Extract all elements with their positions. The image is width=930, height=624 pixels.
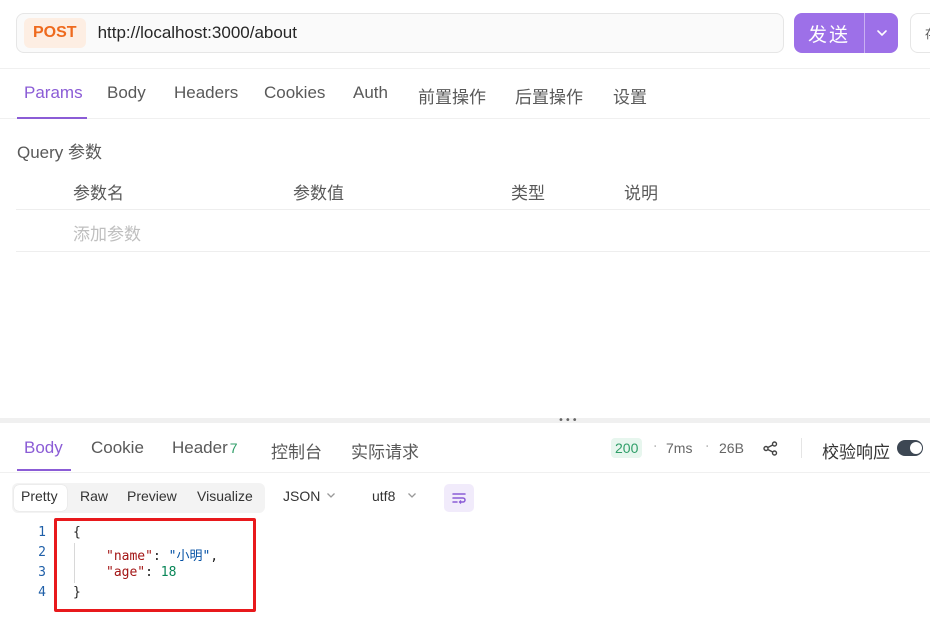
line-number: 2: [38, 545, 46, 560]
line-number: 1: [38, 525, 46, 540]
request-tabs: Params Body Headers Cookies Auth 前置操作 后置…: [0, 68, 930, 119]
meta-separator: ·: [705, 439, 710, 455]
tab-headers[interactable]: Headers: [174, 83, 238, 103]
table-divider: [16, 209, 930, 210]
word-wrap-button[interactable]: [444, 484, 474, 512]
chevron-down-icon: [876, 30, 887, 37]
line-number: 3: [38, 565, 46, 580]
toggle-knob: [910, 442, 922, 454]
view-visualize[interactable]: Visualize: [197, 488, 253, 504]
add-param-input[interactable]: 添加参数: [73, 220, 141, 245]
url-bar: POST http://localhost:3000/about: [16, 13, 784, 53]
response-tab-header[interactable]: Header 7: [172, 438, 238, 458]
view-pretty[interactable]: Pretty: [21, 488, 58, 504]
param-value-header: 参数值: [293, 184, 344, 203]
send-options-button[interactable]: [865, 13, 898, 53]
wrap-lines-icon: [452, 493, 466, 504]
response-tab-console[interactable]: 控制台: [271, 438, 322, 463]
tab-pre-operations[interactable]: 前置操作: [418, 83, 486, 108]
response-tabs-divider: [0, 472, 930, 473]
line-number: 4: [38, 585, 46, 600]
share-icon[interactable]: [763, 441, 778, 456]
query-params-title: Query 参数: [17, 143, 103, 162]
active-response-tab-indicator: [17, 469, 71, 471]
tab-cookies[interactable]: Cookies: [264, 83, 325, 103]
param-type-header: 类型: [511, 184, 545, 203]
send-button-group: 发送: [794, 13, 898, 53]
toolbar-separator: [801, 438, 802, 458]
active-tab-indicator: [17, 117, 87, 119]
response-size: 26B: [719, 440, 744, 456]
response-time: 7ms: [666, 440, 693, 456]
tab-auth[interactable]: Auth: [353, 83, 388, 103]
view-raw[interactable]: Raw: [80, 488, 108, 504]
save-button-label: 存: [925, 25, 930, 42]
response-tab-body[interactable]: Body: [24, 438, 63, 458]
response-tab-header-label: Header: [172, 438, 228, 457]
send-button[interactable]: 发送: [794, 13, 864, 53]
meta-separator: ·: [653, 439, 658, 455]
panel-splitter[interactable]: [0, 418, 930, 423]
status-badge: 200: [611, 438, 643, 458]
save-button[interactable]: 存: [910, 13, 930, 53]
encoding-select[interactable]: utf8: [372, 488, 395, 504]
format-select[interactable]: JSON: [283, 488, 320, 504]
param-description-header: 说明: [624, 184, 658, 203]
tab-params[interactable]: Params: [24, 83, 83, 103]
chevron-down-icon: [327, 493, 335, 498]
tab-settings[interactable]: 设置: [613, 83, 647, 108]
response-tab-cookie[interactable]: Cookie: [91, 438, 144, 458]
url-input[interactable]: http://localhost:3000/about: [98, 23, 297, 43]
view-preview[interactable]: Preview: [127, 488, 177, 504]
validate-response-label: 校验响应: [822, 443, 890, 462]
tab-post-operations[interactable]: 后置操作: [515, 83, 583, 108]
param-name-header: 参数名: [73, 184, 124, 203]
chevron-down-icon: [408, 493, 416, 498]
response-tab-actual-request[interactable]: 实际请求: [351, 438, 419, 463]
drag-handle-icon[interactable]: •••: [558, 416, 579, 426]
tab-body[interactable]: Body: [107, 83, 146, 103]
annotation-highlight-box: [54, 518, 256, 612]
table-divider: [16, 251, 930, 252]
method-select[interactable]: POST: [24, 18, 86, 48]
header-count-badge: 7: [229, 440, 238, 456]
